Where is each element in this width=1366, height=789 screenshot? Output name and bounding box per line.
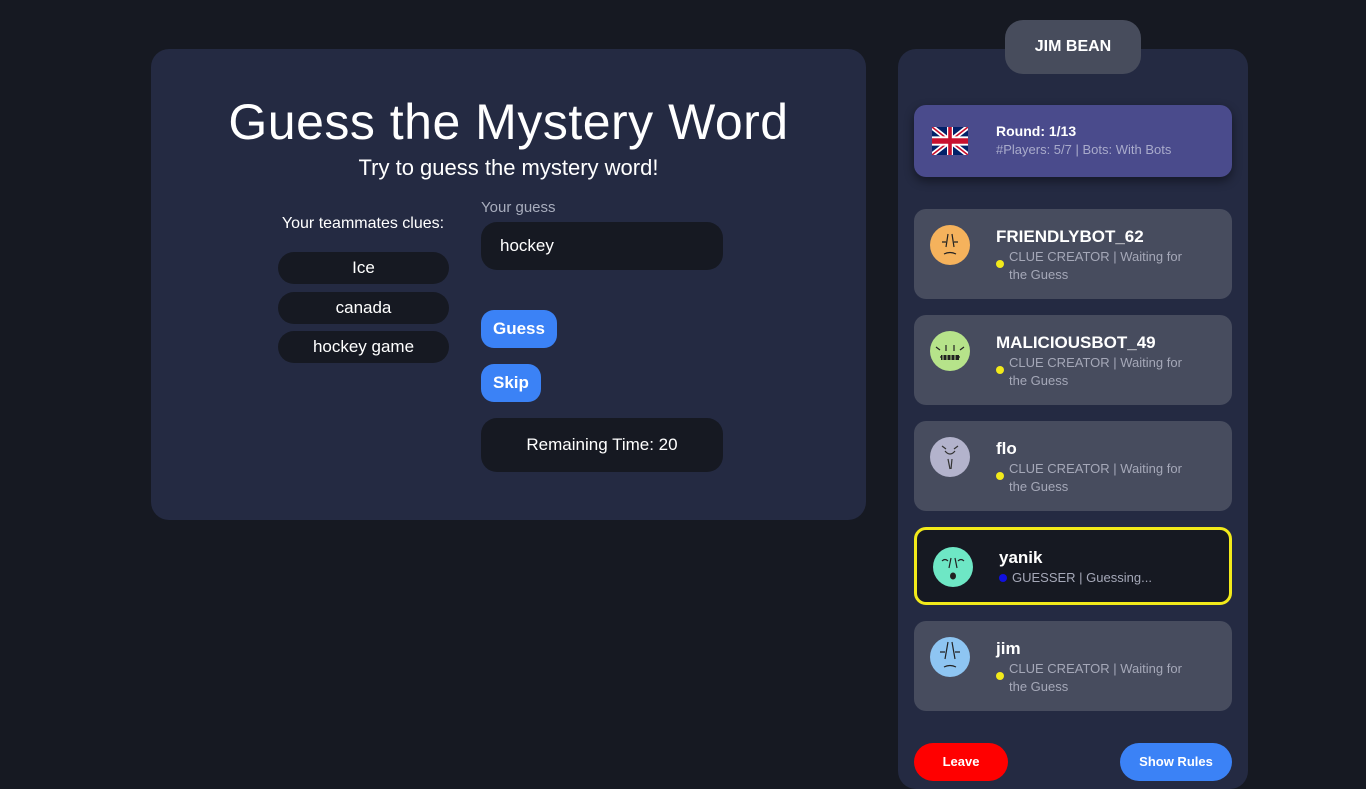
player-status: GUESSER | Guessing... <box>999 569 1199 587</box>
round-title: Round: 1/13 <box>996 123 1077 139</box>
player-card: MALICIOUSBOT_49 CLUE CREATOR | Waiting f… <box>914 315 1232 405</box>
round-card: Round: 1/13 #Players: 5/7 | Bots: With B… <box>914 105 1232 177</box>
clue-chip: hockey game <box>278 331 449 363</box>
player-name: MALICIOUSBOT_49 <box>996 333 1156 352</box>
player-card-active: yanik GUESSER | Guessing... <box>914 527 1232 605</box>
status-dot <box>999 574 1007 582</box>
player-status-text: CLUE CREATOR | Waiting for the Guess <box>1009 249 1182 282</box>
player-status-text: GUESSER | Guessing... <box>1012 570 1152 585</box>
show-rules-button[interactable]: Show Rules <box>1120 743 1232 781</box>
player-status: CLUE CREATOR | Waiting for the Guess <box>996 660 1196 696</box>
player-status-text: CLUE CREATOR | Waiting for the Guess <box>1009 661 1182 694</box>
player-status-text: CLUE CREATOR | Waiting for the Guess <box>1009 355 1182 388</box>
player-avatar-icon <box>933 547 973 587</box>
page-title: Guess the Mystery Word <box>228 94 789 150</box>
player-avatar-icon <box>930 437 970 477</box>
player-status: CLUE CREATOR | Waiting for the Guess <box>996 460 1196 496</box>
player-avatar-icon <box>930 637 970 677</box>
status-dot <box>996 672 1004 680</box>
clues-label: Your teammates clues: <box>281 215 445 232</box>
player-avatar-icon <box>930 331 970 371</box>
player-card: FRIENDLYBOT_62 CLUE CREATOR | Waiting fo… <box>914 209 1232 299</box>
player-name: jim <box>996 639 1021 658</box>
guess-button[interactable]: Guess <box>481 310 557 348</box>
clue-chip: canada <box>278 292 449 324</box>
round-info: #Players: 5/7 | Bots: With Bots <box>996 142 1172 157</box>
player-status-text: CLUE CREATOR | Waiting for the Guess <box>1009 461 1182 494</box>
leave-button[interactable]: Leave <box>914 743 1008 781</box>
guess-input[interactable] <box>481 222 723 270</box>
player-name: flo <box>996 439 1017 458</box>
uk-flag-icon <box>932 127 968 155</box>
player-avatar-icon <box>930 225 970 265</box>
remaining-time: Remaining Time: 20 <box>481 418 723 472</box>
player-status: CLUE CREATOR | Waiting for the Guess <box>996 354 1196 390</box>
player-card: jim CLUE CREATOR | Waiting for the Guess <box>914 621 1232 711</box>
skip-button[interactable]: Skip <box>481 364 541 402</box>
clue-chip: Ice <box>278 252 449 284</box>
player-status: CLUE CREATOR | Waiting for the Guess <box>996 248 1196 284</box>
user-name-tab: JIM BEAN <box>1005 20 1141 74</box>
status-dot <box>996 366 1004 374</box>
main-panel: Guess the Mystery Word Try to guess the … <box>151 49 866 520</box>
status-dot <box>996 472 1004 480</box>
player-card: flo CLUE CREATOR | Waiting for the Guess <box>914 421 1232 511</box>
guess-label: Your guess <box>481 199 556 216</box>
page-subtitle: Try to guess the mystery word! <box>358 155 659 180</box>
status-dot <box>996 260 1004 268</box>
player-name: FRIENDLYBOT_62 <box>996 227 1144 246</box>
player-name: yanik <box>999 548 1043 567</box>
